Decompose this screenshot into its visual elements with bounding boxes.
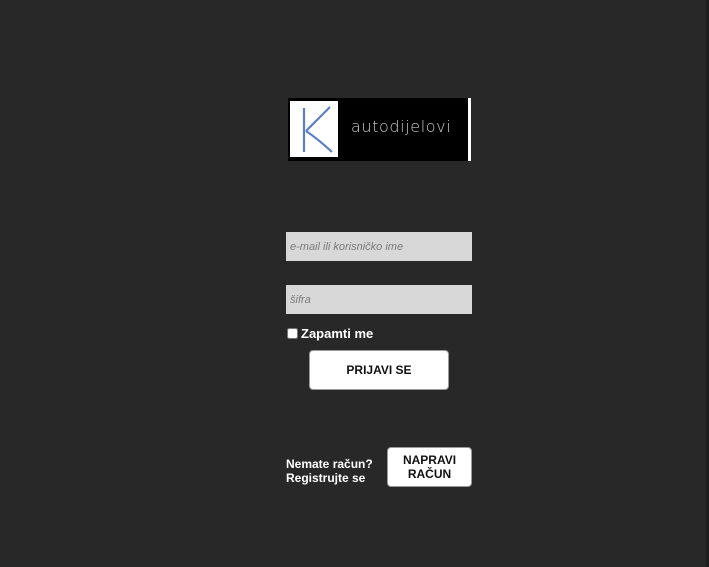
remember-me-label: Zapamti me (301, 325, 374, 341)
email-or-username-input[interactable] (286, 232, 472, 261)
register-prompt-line2: Registrujte se (286, 471, 366, 485)
remember-me-row[interactable]: Zapamti me (287, 325, 373, 341)
login-page: autodijelovi Zapamti me PRIJAVI SE Nemat… (0, 0, 709, 567)
create-account-label-line1: NAPRAVI (402, 453, 457, 467)
remember-me-checkbox[interactable] (287, 327, 298, 339)
create-account-button[interactable]: NAPRAVI RAČUN (387, 447, 472, 487)
brand-logo: autodijelovi (288, 98, 471, 161)
password-input[interactable] (286, 285, 472, 314)
login-button[interactable]: PRIJAVI SE (309, 350, 449, 390)
register-prompt: Nemate račun? Registrujte se (286, 457, 373, 485)
k-letter-logo-icon (290, 101, 338, 157)
create-account-label-line2: RAČUN (407, 467, 452, 481)
brand-name: autodijelovi (351, 117, 452, 136)
register-prompt-line1: Nemate račun? (286, 457, 373, 471)
